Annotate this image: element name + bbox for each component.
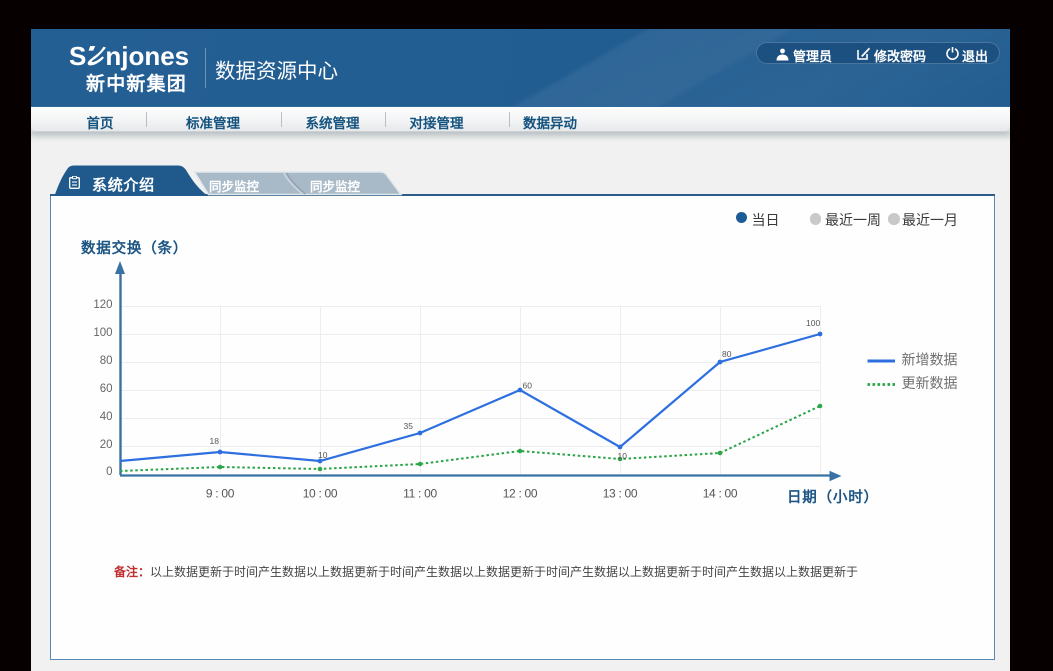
svg-text:11 : 00: 11 : 00 <box>403 487 437 501</box>
svg-text:20: 20 <box>100 439 113 451</box>
svg-text:60: 60 <box>523 381 533 391</box>
svg-text:40: 40 <box>100 411 113 423</box>
svg-text:80: 80 <box>100 355 113 367</box>
svg-text:60: 60 <box>100 383 113 395</box>
svg-text:14 : 00: 14 : 00 <box>703 487 738 501</box>
svg-text:18: 18 <box>210 436 220 446</box>
svg-text:80: 80 <box>722 349 732 359</box>
svg-text:新增数据: 新增数据 <box>902 352 958 368</box>
svg-text:10: 10 <box>618 451 628 461</box>
svg-text:10 : 00: 10 : 00 <box>303 487 338 501</box>
svg-text:100: 100 <box>806 318 820 328</box>
svg-text:12 : 00: 12 : 00 <box>503 487 538 501</box>
svg-text:10: 10 <box>318 450 328 460</box>
svg-text:100: 100 <box>93 327 112 339</box>
svg-text:35: 35 <box>404 421 414 431</box>
svg-text:更新数据: 更新数据 <box>902 375 958 391</box>
svg-text:120: 120 <box>93 299 112 311</box>
svg-text:9 : 00: 9 : 00 <box>206 487 235 501</box>
svg-text:0: 0 <box>106 466 112 478</box>
svg-text:13 : 00: 13 : 00 <box>603 487 638 501</box>
